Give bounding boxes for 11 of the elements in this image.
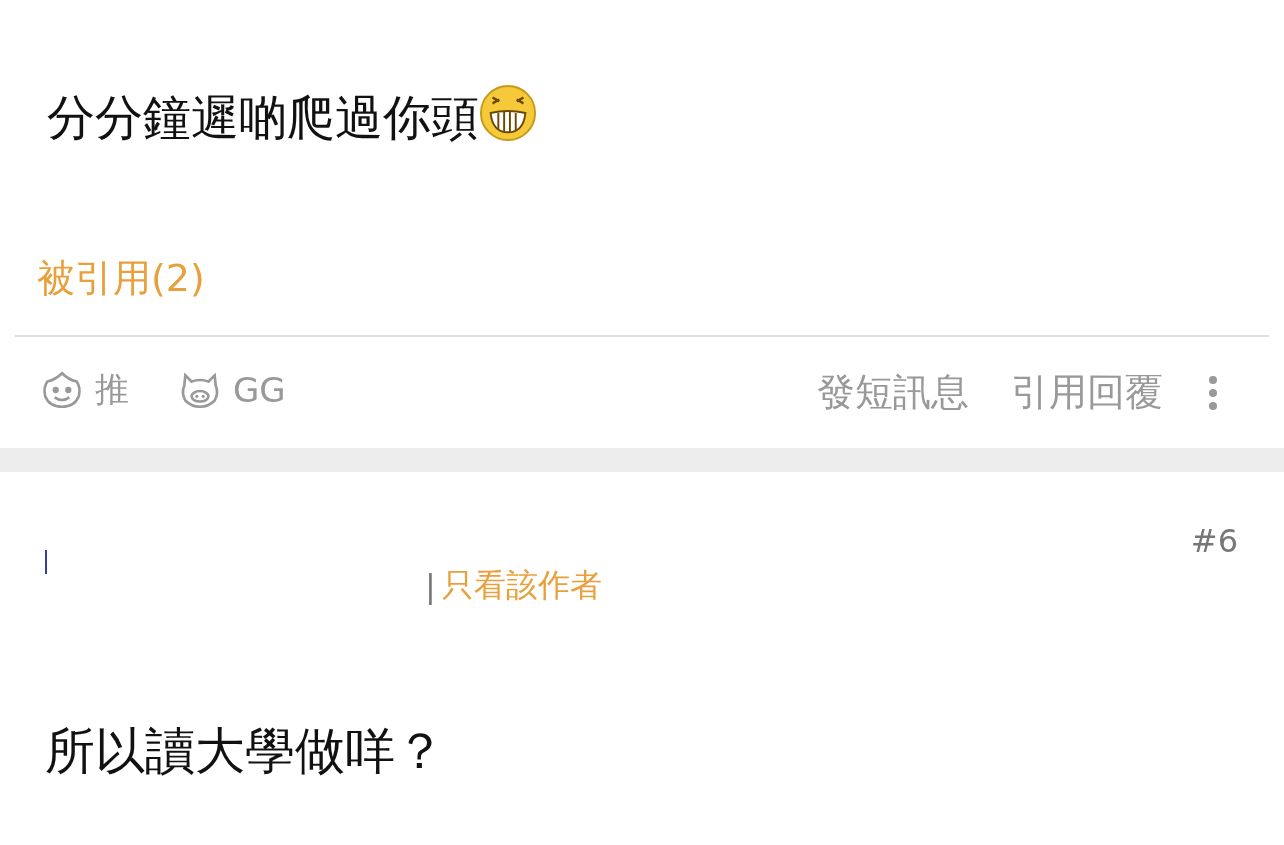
post-text: 所以讀大學做咩？ [45, 721, 445, 782]
reaction-button[interactable]: GG [153, 369, 286, 411]
smiling-face-icon [41, 369, 83, 411]
quoted-by-link[interactable]: 被引用(2) [37, 252, 205, 304]
post-text: 分分鐘遲啲爬過你頭 [47, 88, 479, 147]
action-button[interactable]: 引用回覆 [1011, 367, 1163, 418]
author-only-link[interactable]: 只看該作者 [441, 564, 602, 608]
separator-text: | [425, 567, 436, 605]
action-button[interactable]: 發短訊息 [817, 367, 969, 418]
floor-number: #6 [1190, 522, 1238, 560]
reaction-button[interactable]: 推 [15, 367, 129, 413]
